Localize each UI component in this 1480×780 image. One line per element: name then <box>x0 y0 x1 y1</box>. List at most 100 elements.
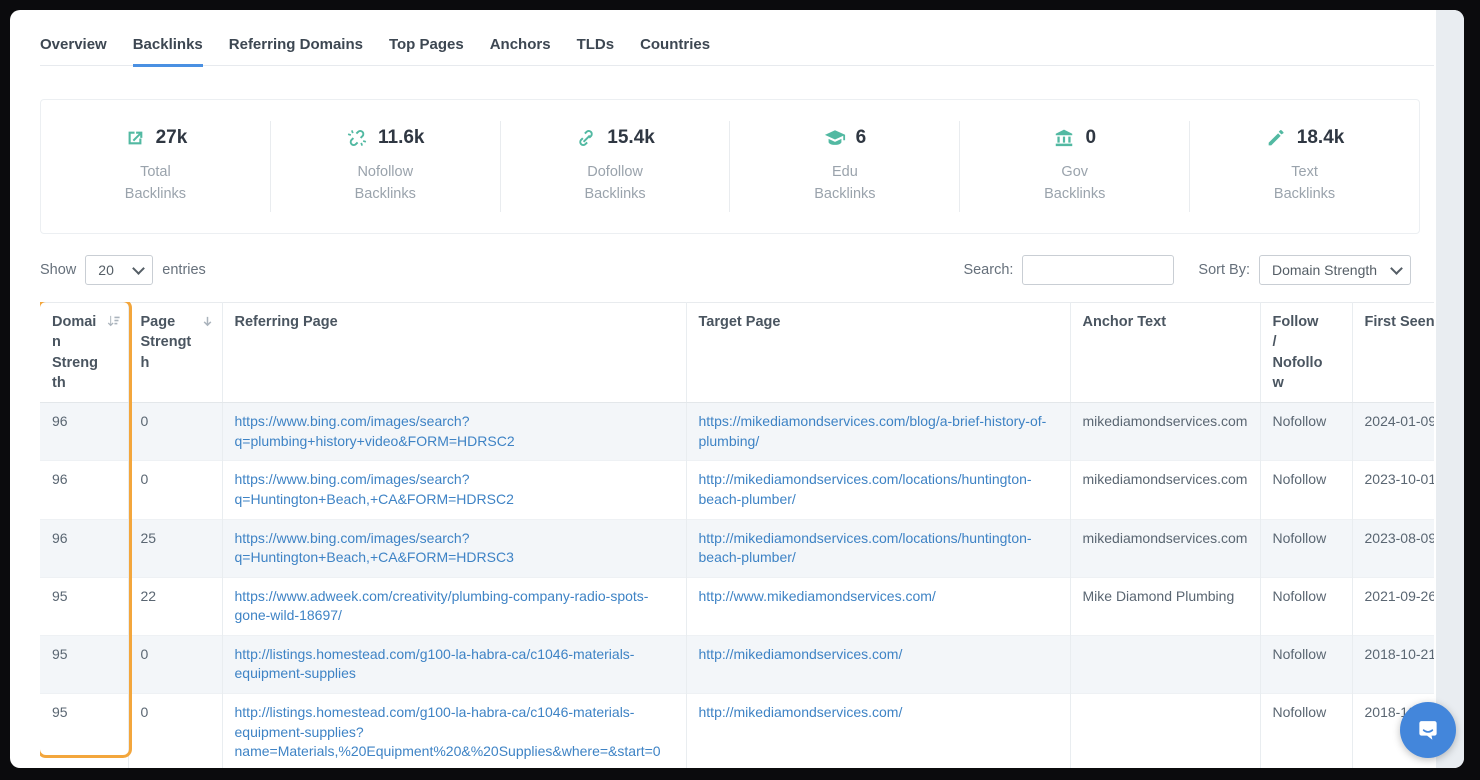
cell-first-seen: 2023-08-09 <box>1352 519 1434 577</box>
cell-referring-page-link[interactable]: https://www.bing.com/images/search?q=plu… <box>235 413 515 449</box>
chat-bubble-icon <box>1415 717 1441 743</box>
pencil-icon <box>1265 127 1287 149</box>
cell-target-page-link[interactable]: http://mikediamondservices.com/ <box>699 646 903 662</box>
cell-follow-nofollow: Nofollow <box>1260 519 1352 577</box>
cell-referring-page-link[interactable]: https://www.adweek.com/creativity/plumbi… <box>235 588 649 624</box>
tab-tlds[interactable]: TLDs <box>577 36 615 65</box>
tab-top-pages[interactable]: Top Pages <box>389 36 464 65</box>
column-header-referring-page[interactable]: Referring Page <box>222 302 686 402</box>
tab-overview[interactable]: Overview <box>40 36 107 65</box>
tab-backlinks[interactable]: Backlinks <box>133 36 203 67</box>
stat-value: 0 <box>1085 127 1096 149</box>
entries-label: entries <box>162 262 206 278</box>
cell-referring-page: https://www.adweek.com/creativity/plumbi… <box>222 577 686 635</box>
stat-label: TotalBacklinks <box>41 161 270 206</box>
entries-select-wrap: 20 <box>85 255 153 285</box>
table-row: 950http://listings.homestead.com/g100-la… <box>40 635 1434 693</box>
column-header-first-seen[interactable]: First Seen <box>1352 302 1434 402</box>
stat-label: EduBacklinks <box>730 161 959 206</box>
table-row: 9625 https://www.bing.com/images/search?q… <box>40 519 1434 577</box>
cell-page-strength: 0 <box>128 694 222 768</box>
cell-referring-page-link[interactable]: https://www.bing.com/images/search?q=Hun… <box>235 530 514 566</box>
tab-anchors[interactable]: Anchors <box>490 36 551 65</box>
cell-target-page-link[interactable]: http://www.mikediamondservices.com/ <box>699 588 936 604</box>
cell-follow-nofollow: Nofollow <box>1260 403 1352 461</box>
cell-page-strength: 0 <box>128 403 222 461</box>
cell-anchor-text: mikediamondservices.com <box>1070 403 1260 461</box>
backlinks-table: Domain Strength Page Strength Referring Pa… <box>40 302 1434 768</box>
stat-dofollow-backlinks: 15.4kDofollowBacklinks <box>501 121 731 212</box>
stat-gov-backlinks: 0 GovBacklinks <box>960 121 1190 212</box>
report-tabs: Overview Backlinks Referring Domains Top Pa… <box>40 10 1434 66</box>
stat-total-backlinks: 27kTotalBacklinks <box>41 121 271 212</box>
column-label: Referring Page <box>235 314 338 330</box>
cell-referring-page: https://www.bing.com/images/search?q=Hun… <box>222 461 686 519</box>
stat-value: 18.4k <box>1297 127 1345 149</box>
cell-target-page-link[interactable]: http://mikediamondservices.com/locations… <box>699 471 1032 507</box>
stat-value: 6 <box>856 127 867 149</box>
entries-select[interactable]: 20 <box>85 255 153 285</box>
cell-target-page: http://mikediamondservices.com/locations… <box>686 461 1070 519</box>
cell-first-seen: 2024-01-09 <box>1352 403 1434 461</box>
cell-anchor-text: Mike Diamond Plumbing <box>1070 577 1260 635</box>
sort-by-select[interactable]: Domain Strength <box>1259 255 1411 285</box>
column-label: Anchor Text <box>1083 314 1167 330</box>
cell-page-strength: 0 <box>128 461 222 519</box>
cell-anchor-text: mikediamondservices.com <box>1070 519 1260 577</box>
stat-label: DofollowBacklinks <box>501 161 730 206</box>
column-header-target-page[interactable]: Target Page <box>686 302 1070 402</box>
cell-target-page-link[interactable]: https://mikediamondservices.com/blog/a-b… <box>699 413 1047 449</box>
column-label: Domain Strength <box>52 314 98 391</box>
stat-label: TextBacklinks <box>1190 161 1419 206</box>
column-header-page-strength[interactable]: Page Strength <box>128 302 222 402</box>
cell-page-strength: 25 <box>128 519 222 577</box>
cell-domain-strength: 96 <box>40 461 128 519</box>
stat-label: NofollowBacklinks <box>271 161 500 206</box>
column-label: First Seen <box>1365 314 1435 330</box>
stat-label: GovBacklinks <box>960 161 1189 206</box>
cell-target-page-link[interactable]: http://mikediamondservices.com/ <box>699 704 903 720</box>
cell-follow-nofollow: Nofollow <box>1260 461 1352 519</box>
external-link-icon <box>124 127 146 149</box>
sort-amount-icon[interactable] <box>106 314 121 329</box>
broken-link-icon <box>346 127 368 149</box>
cell-anchor-text: mikediamondservices.com <box>1070 461 1260 519</box>
column-header-anchor-text[interactable]: Anchor Text <box>1070 302 1260 402</box>
cell-referring-page-link[interactable]: http://listings.homestead.com/g100-la-ha… <box>235 646 635 682</box>
table-controls: Show 20 entries Search: Sort By: Domain … <box>40 255 1420 285</box>
cell-domain-strength: 96 <box>40 519 128 577</box>
cell-referring-page: http://listings.homestead.com/g100-la-ha… <box>222 635 686 693</box>
stat-text-backlinks: 18.4k TextBacklinks <box>1190 121 1419 212</box>
tab-countries[interactable]: Countries <box>640 36 710 65</box>
cell-anchor-text <box>1070 694 1260 768</box>
chat-launcher-button[interactable] <box>1400 702 1456 758</box>
cell-referring-page-link[interactable]: https://www.bing.com/images/search?q=Hun… <box>235 471 514 507</box>
cell-follow-nofollow: Nofollow <box>1260 694 1352 768</box>
table-row: 9522https://www.adweek.com/creativity/pl… <box>40 577 1434 635</box>
cell-target-page: http://mikediamondservices.com/locations… <box>686 519 1070 577</box>
cell-first-seen: 2023-10-01 <box>1352 461 1434 519</box>
column-header-domain-strength[interactable]: Domain Strength <box>40 302 128 402</box>
stat-nofollow-backlinks: 11.6k NofollowBacklinks <box>271 121 501 212</box>
tab-referring-domains[interactable]: Referring Domains <box>229 36 363 65</box>
cell-domain-strength: 95 <box>40 635 128 693</box>
column-label: Target Page <box>699 314 781 330</box>
sort-select-wrap: Domain Strength <box>1259 255 1411 285</box>
backlink-stats-card: 27kTotalBacklinks11.6kNofollowBacklinks1… <box>40 99 1420 234</box>
table-row: 960 https://www.bing.com/images/search?q=… <box>40 461 1434 519</box>
stat-value: 11.6k <box>378 127 425 149</box>
cell-domain-strength: 96 <box>40 403 128 461</box>
cell-referring-page: http://listings.homestead.com/g100-la-ha… <box>222 694 686 768</box>
cell-domain-strength: 95 <box>40 577 128 635</box>
cell-target-page: https://mikediamondservices.com/blog/a-b… <box>686 403 1070 461</box>
cell-referring-page-link[interactable]: http://listings.homestead.com/g100-la-ha… <box>235 704 661 759</box>
bank-icon <box>1053 127 1075 149</box>
cell-target-page: http://www.mikediamondservices.com/ <box>686 577 1070 635</box>
backlinks-table-wrap: Domain Strength Page Strength Referring Pa… <box>40 302 1434 768</box>
cell-target-page-link[interactable]: http://mikediamondservices.com/locations… <box>699 530 1032 566</box>
app-window: Overview Backlinks Referring Domains Top Pa… <box>10 10 1464 768</box>
column-header-follow-nofollow[interactable]: Follow / Nofollow <box>1260 302 1352 402</box>
cell-first-seen: 2018-10-21 <box>1352 635 1434 693</box>
arrow-down-icon[interactable] <box>200 314 215 329</box>
search-input[interactable] <box>1022 255 1174 285</box>
